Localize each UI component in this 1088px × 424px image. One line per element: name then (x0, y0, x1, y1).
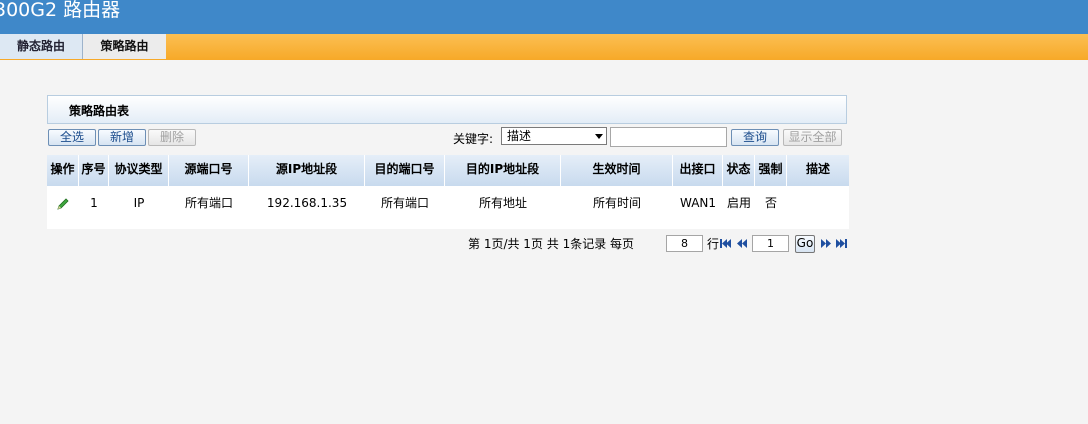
cell-src-ip: 192.168.1.35 (266, 196, 348, 210)
show-all-button[interactable]: 显示全部 (783, 129, 842, 146)
pencil-icon[interactable] (47, 186, 79, 229)
chevron-down-icon (595, 134, 603, 139)
table-header: 操作 序号 协议类型 源端口号 源IP地址段 目的端口号 目的IP地址段 生效时… (47, 155, 849, 186)
cell-protocol: IP (133, 196, 145, 210)
col-protocol: 协议类型 (109, 155, 169, 186)
delete-button[interactable]: 删除 (148, 129, 196, 146)
col-dst-port: 目的端口号 (365, 155, 445, 186)
col-force: 强制 (755, 155, 787, 186)
policy-route-table: 操作 序号 协议类型 源端口号 源IP地址段 目的端口号 目的IP地址段 生效时… (47, 155, 849, 229)
panel-header: 策略路由表 (47, 95, 847, 124)
select-all-button[interactable]: 全选 (48, 129, 96, 146)
col-dst-ip: 目的IP地址段 (445, 155, 561, 186)
cell-dst-ip: 所有地址 (478, 196, 527, 210)
cell-src-port: 所有端口 (184, 196, 233, 210)
app-title: 300G2 路由器 (0, 0, 121, 21)
next-page-icon[interactable] (821, 239, 832, 248)
tab-bar: 静态路由 策略路由 (0, 34, 1088, 60)
cell-dst-port: 所有端口 (380, 196, 429, 210)
col-src-port: 源端口号 (169, 155, 249, 186)
keyword-label: 关键字: (453, 132, 494, 146)
keyword-field-select[interactable]: 描述 (501, 127, 607, 145)
cell-force: 否 (764, 196, 777, 210)
cell-index: 1 (90, 196, 98, 210)
page-number-input[interactable]: 1 (752, 235, 789, 252)
col-index: 序号 (79, 155, 109, 186)
col-time: 生效时间 (561, 155, 673, 186)
col-action: 操作 (47, 155, 79, 186)
cell-iface: WAN1 (679, 196, 717, 210)
go-button[interactable]: Go (795, 235, 815, 253)
cell-desc (787, 186, 849, 229)
last-page-icon[interactable] (836, 239, 848, 248)
per-page-input[interactable]: 8 (666, 235, 703, 252)
first-page-icon[interactable] (720, 239, 732, 248)
prev-page-icon[interactable] (737, 239, 748, 248)
col-src-ip: 源IP地址段 (249, 155, 365, 186)
top-header: 300G2 路由器 (0, 0, 1088, 34)
cell-time: 所有时间 (592, 196, 641, 210)
panel-title: 策略路由表 (69, 104, 130, 118)
keyword-field-value: 描述 (507, 129, 532, 143)
tab-static-route[interactable]: 静态路由 (0, 34, 83, 59)
col-desc: 描述 (787, 155, 849, 186)
search-input[interactable] (610, 127, 727, 147)
rows-unit-label: 行 (707, 237, 720, 251)
tab-policy-route[interactable]: 策略路由 (83, 34, 166, 59)
col-status: 状态 (723, 155, 755, 186)
pagination-info: 第 1页/共 1页 共 1条记录 每页 (468, 237, 635, 251)
cell-status: 启用 (726, 196, 751, 210)
query-button[interactable]: 查询 (731, 129, 779, 146)
col-iface: 出接口 (673, 155, 723, 186)
add-button[interactable]: 新增 (98, 129, 146, 146)
